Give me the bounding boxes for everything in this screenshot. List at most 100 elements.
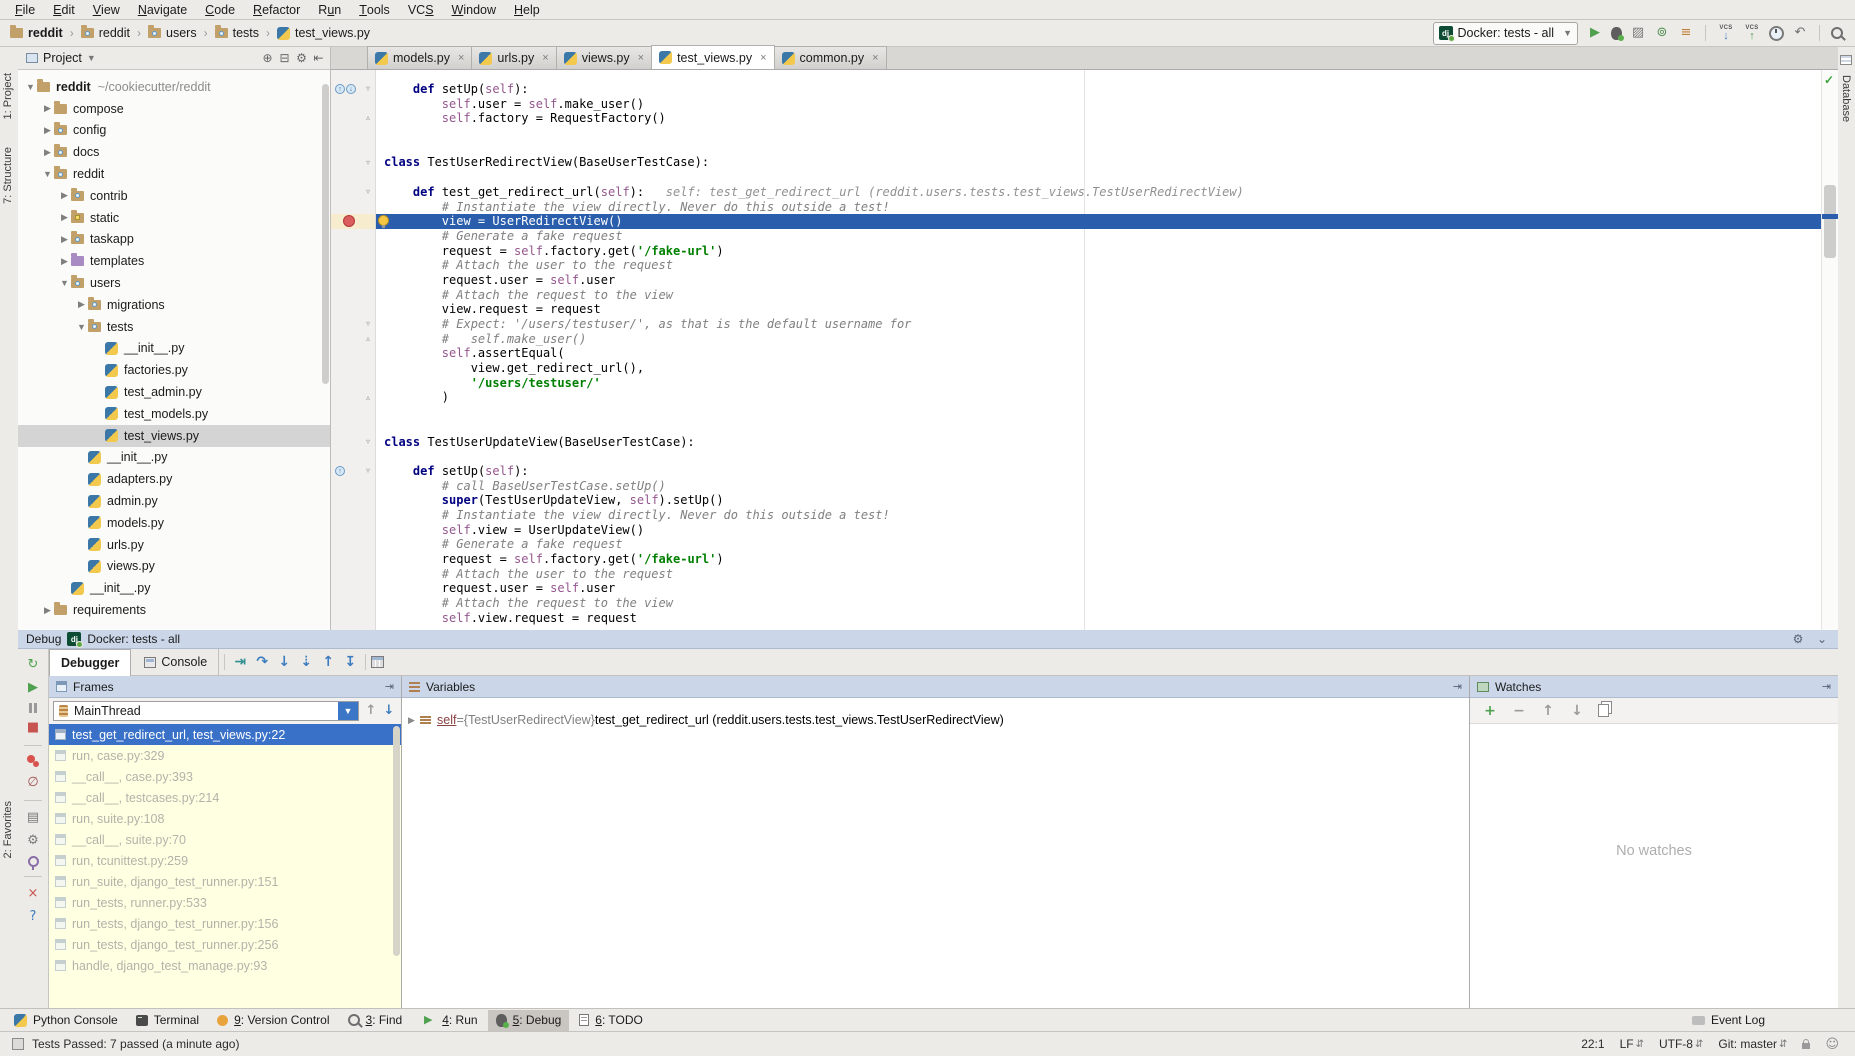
code-line-33[interactable]: request = self.factory.get('/fake-url') xyxy=(376,552,1821,567)
rollback-icon[interactable]: ↶ xyxy=(1792,25,1808,41)
editor-scrollbar[interactable]: ✓ xyxy=(1821,70,1838,630)
search-everywhere-icon[interactable] xyxy=(1831,27,1843,39)
variable-name[interactable]: self xyxy=(437,713,456,727)
toolwindow-button-9-version-control[interactable]: 9: Version Control xyxy=(209,1010,337,1031)
menu-edit[interactable]: Edit xyxy=(44,0,84,19)
breadcrumb-item[interactable]: test_views.py xyxy=(277,26,370,40)
menu-code[interactable]: Code xyxy=(196,0,244,19)
code-line-30[interactable]: # Instantiate the view directly. Never d… xyxy=(376,508,1821,523)
coverage-data-icon[interactable]: ≡ xyxy=(1678,25,1694,41)
close-tab-icon[interactable]: × xyxy=(458,52,464,64)
code-line-19[interactable]: self.assertEqual( xyxy=(376,346,1821,361)
hector-icon[interactable]: ☺ xyxy=(1825,1037,1839,1052)
tree-item--init-py[interactable]: __init__.py xyxy=(18,338,330,360)
lock-icon[interactable] xyxy=(1802,1043,1810,1049)
code-line-3[interactable]: self.factory = RequestFactory() xyxy=(376,111,1821,126)
collapsed-arrow-icon[interactable]: ▶ xyxy=(58,256,71,267)
code-line-35[interactable]: request.user = self.user xyxy=(376,581,1821,596)
code-line-22[interactable]: ) xyxy=(376,390,1821,405)
frame-row[interactable]: __call__, case.py:393 xyxy=(49,766,401,787)
code-line-28[interactable]: # call BaseUserTestCase.setUp() xyxy=(376,479,1821,494)
breadcrumb-item[interactable]: reddit xyxy=(10,26,63,40)
tab-urls-py[interactable]: urls.py× xyxy=(471,46,556,69)
collapsed-arrow-icon[interactable]: ▶ xyxy=(41,147,54,158)
frame-row[interactable]: run_tests, runner.py:533 xyxy=(49,892,401,913)
float-panel-icon[interactable]: ⇥ xyxy=(1822,680,1831,693)
step-out-icon[interactable]: ↑ xyxy=(318,654,338,670)
step-over-icon[interactable]: ↷ xyxy=(252,654,272,670)
breadcrumb-item[interactable]: tests xyxy=(215,26,259,40)
settings-icon[interactable]: ⚙ xyxy=(25,833,41,849)
toolwindow-button-6-todo[interactable]: 6: TODO xyxy=(571,1010,651,1031)
menu-tools[interactable]: Tools xyxy=(350,0,399,19)
close-tab-icon[interactable]: × xyxy=(760,52,766,64)
tree-item-contrib[interactable]: ▶contrib xyxy=(18,185,330,207)
editor-gutter[interactable]: ▿▵▿▿▿▵▵▿▿↑↓↑ xyxy=(331,70,376,630)
tree-item-models-py[interactable]: models.py xyxy=(18,512,330,534)
frame-row[interactable]: run_tests, django_test_runner.py:256 xyxy=(49,934,401,955)
status-message[interactable]: Tests Passed: 7 passed (a minute ago) xyxy=(32,1037,239,1051)
next-frame-icon[interactable]: ↓ xyxy=(381,703,397,719)
frame-row[interactable]: __call__, suite.py:70 xyxy=(49,829,401,850)
code-line-4[interactable] xyxy=(376,126,1821,141)
vcs-update-icon[interactable]: VCS↓ xyxy=(1717,25,1735,41)
run-configuration-select[interactable]: dj Docker: tests - all ▼ xyxy=(1433,22,1578,45)
tree-item-migrations[interactable]: ▶migrations xyxy=(18,294,330,316)
tab-debugger[interactable]: Debugger xyxy=(49,649,131,676)
inspection-ok-icon[interactable]: ✓ xyxy=(1824,73,1834,87)
add-watch-icon[interactable]: + xyxy=(1482,703,1498,719)
tab-models-py[interactable]: models.py× xyxy=(367,46,472,69)
variable-row[interactable]: ▶self = {TestUserRedirectView} test_get_… xyxy=(402,710,1469,730)
help-icon[interactable]: ? xyxy=(25,909,41,925)
scrollbar-thumb[interactable] xyxy=(1824,185,1836,258)
tree-item-admin-py[interactable]: admin.py xyxy=(18,490,330,512)
fold-collapse-icon[interactable]: ▿ xyxy=(362,185,374,200)
collapsed-arrow-icon[interactable]: ▶ xyxy=(41,103,54,114)
fold-end-icon[interactable]: ▵ xyxy=(362,111,374,126)
tree-item-test-views-py[interactable]: test_views.py xyxy=(18,425,330,447)
close-tab-icon[interactable]: × xyxy=(872,52,878,64)
code-editor[interactable]: def setUp(self): self.user = self.make_u… xyxy=(376,70,1821,630)
pin-icon[interactable] xyxy=(28,856,39,867)
toolwindow-button-3-find[interactable]: 3: Find xyxy=(340,1010,411,1031)
tree-item-factories-py[interactable]: factories.py xyxy=(18,359,330,381)
collapse-all-icon[interactable]: ⊟ xyxy=(277,50,292,66)
expanded-arrow-icon[interactable]: ▼ xyxy=(41,169,54,179)
step-into-icon[interactable]: ↓ xyxy=(274,654,294,670)
tool-stripe--project[interactable]: 1: Project xyxy=(2,73,14,119)
code-line-14[interactable]: request.user = self.user xyxy=(376,273,1821,288)
hide-icon[interactable]: ⇤ xyxy=(311,50,326,66)
tree-item-config[interactable]: ▶config xyxy=(18,120,330,142)
menu-help[interactable]: Help xyxy=(505,0,549,19)
code-line-24[interactable] xyxy=(376,420,1821,435)
tree-item-templates[interactable]: ▶templates xyxy=(18,250,330,272)
menu-vcs[interactable]: VCS xyxy=(399,0,443,19)
restore-layout-icon[interactable]: ▤ xyxy=(25,810,41,826)
code-line-2[interactable]: self.user = self.make_user() xyxy=(376,97,1821,112)
override-down-icon[interactable]: ↓ xyxy=(346,84,356,94)
code-line-25[interactable]: class TestUserUpdateView(BaseUserTestCas… xyxy=(376,435,1821,450)
code-line-27[interactable]: def setUp(self): xyxy=(376,464,1821,479)
frame-row[interactable]: run_tests, django_test_runner.py:156 xyxy=(49,913,401,934)
collapsed-arrow-icon[interactable]: ▶ xyxy=(58,212,71,223)
menu-refactor[interactable]: Refactor xyxy=(244,0,309,19)
frame-row[interactable]: test_get_redirect_url, test_views.py:22 xyxy=(49,724,401,745)
thread-dropdown-button[interactable]: ▼ xyxy=(338,702,358,720)
collapsed-arrow-icon[interactable]: ▶ xyxy=(58,190,71,201)
tab-test_views-py[interactable]: test_views.py× xyxy=(651,45,774,69)
vcs-commit-icon[interactable]: VCS↑ xyxy=(1743,25,1761,41)
debug-icon[interactable] xyxy=(1611,27,1622,40)
code-line-18[interactable]: # self.make_user() xyxy=(376,332,1821,347)
view-breakpoints-icon[interactable] xyxy=(27,755,35,763)
code-line-34[interactable]: # Attach the user to the request xyxy=(376,567,1821,582)
event-log-button[interactable]: Event Log xyxy=(1711,1013,1765,1027)
fold-collapse-icon[interactable]: ▿ xyxy=(362,435,374,450)
code-line-10[interactable]: view = UserRedirectView() xyxy=(376,214,1821,229)
run-icon[interactable]: ▶ xyxy=(1587,25,1603,41)
code-line-36[interactable]: # Attach the request to the view xyxy=(376,596,1821,611)
fold-collapse-icon[interactable]: ▿ xyxy=(362,317,374,332)
tree-item--init-py[interactable]: __init__.py xyxy=(18,447,330,469)
fold-collapse-icon[interactable]: ▿ xyxy=(362,464,374,479)
tree-item-urls-py[interactable]: urls.py xyxy=(18,534,330,556)
status-lf[interactable]: LF⇵ xyxy=(1620,1037,1644,1051)
